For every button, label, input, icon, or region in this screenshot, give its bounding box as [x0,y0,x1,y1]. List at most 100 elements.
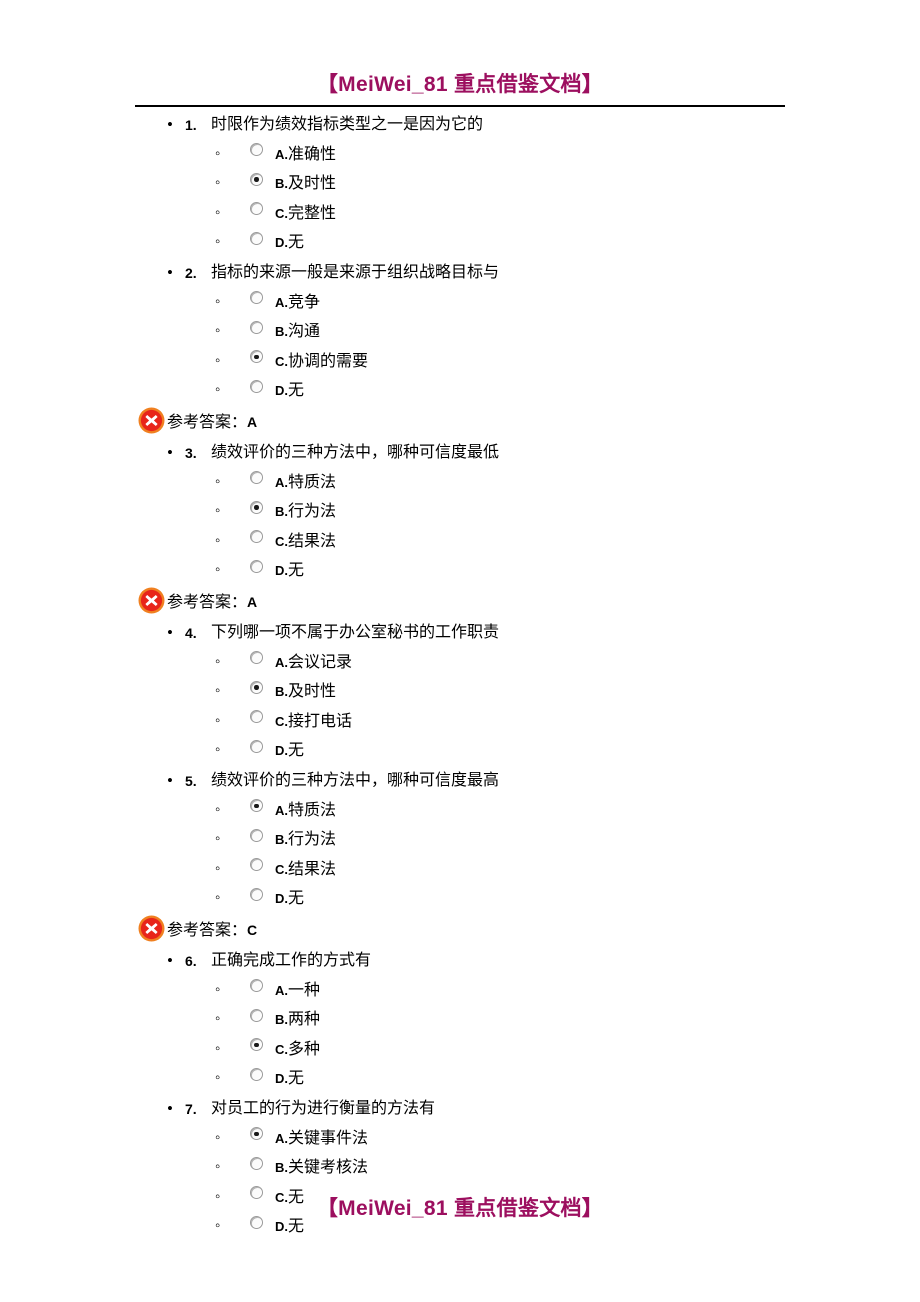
option-row[interactable]: B.关键考核法 [0,1154,920,1184]
radio-button[interactable] [250,1156,263,1170]
option-bullet-icon [215,169,233,200]
option-text: 结果法 [288,860,337,878]
radio-button[interactable] [250,1008,263,1022]
option-row[interactable]: C.结果法 [0,855,920,885]
option-bullet-icon [215,376,233,407]
question-text: 指标的来源一般是来源于组织战略目标与 [211,264,500,281]
question-row: 5. 绩效评价的三种方法中，哪种可信度最高 [0,766,920,796]
option-bullet-icon [215,976,233,1007]
question-number: 7. [185,1101,197,1117]
option-letter: A. [275,294,288,310]
radio-button-selected[interactable] [250,1038,263,1052]
question-text: 对员工的行为进行衡量的方法有 [211,1100,436,1117]
option-row[interactable]: C.多种 [0,1035,920,1065]
option-letter: C. [275,205,288,221]
option-row[interactable]: B.及时性 [0,678,920,708]
option-row[interactable]: C.完整性 [0,199,920,229]
red-x-icon [138,915,165,942]
option-text: 竞争 [288,293,321,311]
option-letter: B. [275,832,288,847]
page-header: 【MeiWei_81 重点借鉴文档】 [0,68,920,107]
reference-answer-text: 参考答案：A [167,586,257,619]
radio-button-selected[interactable] [250,1127,263,1141]
radio-button-selected[interactable] [250,172,263,186]
option-letter: D. [275,563,288,578]
option-row[interactable]: A.特质法 [0,468,920,498]
option-row[interactable]: B.沟通 [0,318,920,348]
radio-button-selected[interactable] [250,500,263,514]
question-bullet-icon [155,438,185,469]
radio-button[interactable] [250,828,263,842]
option-row[interactable]: A.一种 [0,976,920,1006]
document-page: 【MeiWei_81 重点借鉴文档】 1. 时限作为绩效指标类型之一是因为它的 A.… [0,0,920,1302]
radio-button[interactable] [250,858,263,872]
reference-answer-prefix: 参考答案： [167,413,248,431]
option-label: B.及时性 [275,169,336,200]
option-row[interactable]: B.及时性 [0,170,920,200]
radio-button[interactable] [250,887,263,901]
radio-button[interactable] [250,379,263,393]
radio-button[interactable] [250,471,263,485]
option-row[interactable]: B.行为法 [0,498,920,528]
option-row[interactable]: A.特质法 [0,796,920,826]
question-block: 2.指标的来源一般是来源于组织战略目标与A.竞争B.沟通C.协调的需要D.无参考… [0,258,920,438]
option-letter: C. [275,1041,288,1057]
option-text: 行为法 [288,831,337,848]
radio-button[interactable] [250,231,263,245]
option-row[interactable]: C.接打电话 [0,707,920,737]
option-letter: C. [275,861,288,877]
option-bullet-icon [215,825,233,856]
option-row[interactable]: A.关键事件法 [0,1124,920,1154]
option-row[interactable]: A.竞争 [0,288,920,318]
question-row: 4. 下列哪一项不属于办公室秘书的工作职责 [0,618,920,648]
option-row[interactable]: B.两种 [0,1006,920,1036]
option-bullet-icon [215,140,233,171]
option-text: 关键考核法 [288,1159,369,1176]
option-text: 会议记录 [288,653,353,671]
option-row[interactable]: C.协调的需要 [0,347,920,377]
option-text: 无 [288,382,305,399]
option-label: D.无 [275,228,304,259]
option-row[interactable]: D.无 [0,229,920,259]
reference-answer-letter: A [247,413,258,430]
radio-button[interactable] [250,559,263,573]
option-row[interactable]: D.无 [0,737,920,767]
option-bullet-icon [215,1064,233,1095]
option-letter: D. [275,891,288,906]
question-row: 3. 绩效评价的三种方法中，哪种可信度最低 [0,438,920,468]
option-row[interactable]: D.无 [0,377,920,407]
option-letter: D. [275,1071,288,1086]
reference-answer-prefix: 参考答案： [167,921,248,939]
question-number: 4. [185,625,197,641]
radio-button[interactable] [250,710,263,724]
radio-button[interactable] [250,651,263,665]
question-number: 5. [185,773,197,789]
radio-button[interactable] [250,979,263,993]
option-row[interactable]: B.行为法 [0,826,920,856]
radio-button[interactable] [250,291,263,305]
radio-button[interactable] [250,1067,263,1081]
radio-button[interactable] [250,530,263,544]
option-bullet-icon [215,648,233,679]
radio-button-selected[interactable] [250,799,263,813]
option-bullet-icon [215,707,233,738]
radio-button[interactable] [250,739,263,753]
radio-button[interactable] [250,320,263,334]
option-text: 行为法 [288,503,337,520]
option-row[interactable]: A.会议记录 [0,648,920,678]
option-row[interactable]: C.结果法 [0,527,920,557]
option-row[interactable]: D.无 [0,885,920,915]
radio-button[interactable] [250,143,263,157]
option-text: 特质法 [288,801,337,819]
radio-button-selected[interactable] [250,350,263,364]
option-row[interactable]: D.无 [0,557,920,587]
radio-button-selected[interactable] [250,680,263,694]
option-row[interactable]: D.无 [0,1065,920,1095]
option-label: B.行为法 [275,497,336,528]
radio-button[interactable] [250,202,263,216]
option-label: C.接打电话 [275,707,352,738]
option-text: 结果法 [288,532,337,550]
option-row[interactable]: A.准确性 [0,140,920,170]
option-label: D.无 [275,556,304,587]
option-label: A.一种 [275,976,320,1007]
